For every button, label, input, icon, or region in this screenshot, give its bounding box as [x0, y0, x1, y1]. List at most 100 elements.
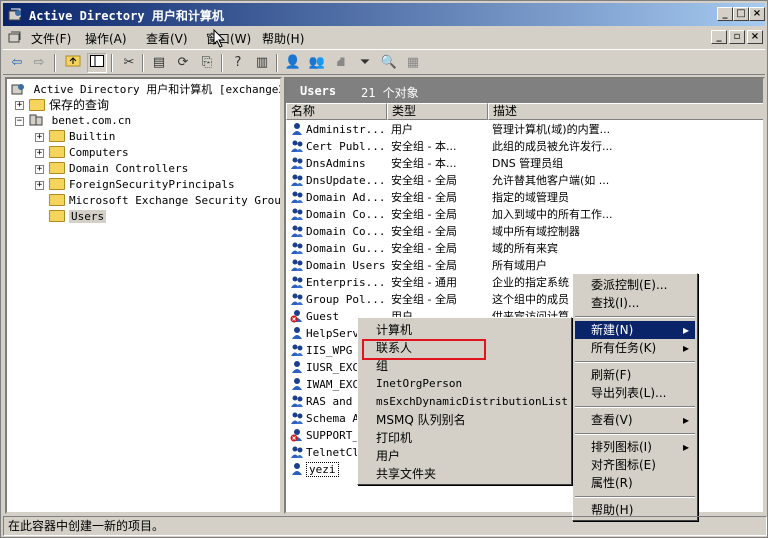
table-row[interactable]: Domain Ad... 安全组 - 全局 指定的域管理员: [286, 189, 763, 206]
new-inetorgperson-item[interactable]: InetOrgPerson: [360, 375, 569, 393]
tree-item-foreign-security-principals[interactable]: ForeignSecurityPrincipals: [49, 177, 235, 193]
up-one-level-icon[interactable]: [63, 53, 83, 73]
tree-item-domain-controllers[interactable]: Domain Controllers: [49, 161, 188, 177]
show-hide-tree-icon[interactable]: [87, 53, 107, 73]
child-close-button[interactable]: ×: [747, 30, 763, 44]
collapse-minus-icon[interactable]: −: [15, 117, 24, 126]
cut-icon[interactable]: ✂: [119, 53, 139, 73]
object-name: IWAM_EXC: [306, 378, 359, 391]
tree-item-saved-queries[interactable]: 保存的查询: [29, 97, 109, 113]
tree-item-label: Computers: [69, 146, 129, 159]
column-header-type[interactable]: 类型: [387, 103, 488, 120]
table-row[interactable]: Administr... 用户 管理计算机(域)的内置...: [286, 121, 763, 138]
help-icon[interactable]: ?: [228, 53, 248, 73]
object-name: TelnetCl: [306, 446, 359, 459]
table-row[interactable]: Domain Gu... 安全组 - 全局 域的所有来宾: [286, 240, 763, 257]
tree-item-exchange-security-groups[interactable]: Microsoft Exchange Security Groups: [49, 193, 280, 209]
menu-item-arrange-icons[interactable]: 排列图标(I) ▸: [575, 438, 695, 456]
find-icon[interactable]: 🔍: [379, 53, 399, 73]
cell-name: Cert Publ...: [290, 138, 385, 155]
expand-plus-icon[interactable]: +: [35, 149, 44, 158]
action-pane-icon[interactable]: ▥: [252, 53, 272, 73]
tree-root[interactable]: Active Directory 用户和计算机 [exchange200: [11, 82, 280, 98]
new-shared-folder-item[interactable]: 共享文件夹: [360, 465, 569, 483]
new-group-item[interactable]: 组: [360, 357, 569, 375]
cell-type: 安全组 - 全局: [391, 242, 457, 255]
maximize-button[interactable]: □: [733, 7, 749, 21]
tree-item-builtin[interactable]: Builtin: [49, 129, 115, 145]
object-name: Domain Co...: [306, 225, 386, 238]
refresh-icon[interactable]: ⟳: [173, 53, 193, 73]
cell-description: 加入到域中的所有工作...: [492, 208, 613, 221]
menu-item-view[interactable]: 查看(V) ▸: [575, 411, 695, 429]
table-row[interactable]: Domain Users 安全组 - 全局 所有域用户: [286, 257, 763, 274]
group-icon: [290, 292, 304, 306]
tree-item-label: Domain Controllers: [69, 162, 189, 175]
expand-plus-icon[interactable]: +: [15, 101, 24, 110]
new-dynamic-distribution-list-item[interactable]: msExchDynamicDistributionList: [360, 393, 569, 411]
new-group-icon[interactable]: 👥: [307, 53, 327, 73]
minimize-button[interactable]: _: [717, 7, 733, 21]
expand-plus-icon[interactable]: +: [35, 165, 44, 174]
table-row[interactable]: Cert Publ... 安全组 - 本... 此组的成员被允许发行...: [286, 138, 763, 155]
tree-item-users[interactable]: Users: [49, 209, 107, 225]
menu-item-refresh[interactable]: 刷新(F): [575, 366, 695, 384]
menu-action[interactable]: 操作(A): [85, 30, 127, 47]
column-header-description[interactable]: 描述: [488, 103, 763, 120]
object-name: Schema A: [306, 412, 359, 425]
new-printer-item[interactable]: 打印机: [360, 429, 569, 447]
menu-help[interactable]: 帮助(H): [262, 30, 304, 47]
menu-file[interactable]: 文件(F): [31, 30, 71, 47]
menu-separator: [575, 361, 695, 363]
table-row[interactable]: DnsAdmins 安全组 - 本... DNS 管理员组: [286, 155, 763, 172]
toolbar-separator: [221, 54, 223, 72]
filter-icon[interactable]: ⏷: [355, 53, 375, 73]
title-bar[interactable]: Active Directory 用户和计算机 _ □ ×: [3, 3, 765, 26]
add-to-group-icon[interactable]: ⛘: [331, 53, 351, 73]
object-name: Domain Ad...: [306, 191, 386, 204]
cell-type: 安全组 - 本...: [391, 157, 457, 170]
cell-type: 安全组 - 全局: [391, 293, 457, 306]
menu-item-all-tasks[interactable]: 所有任务(K) ▸: [575, 339, 695, 357]
cell-name: SUPPORT_: [290, 427, 359, 444]
submenu-arrow-icon: ▸: [682, 341, 689, 355]
menu-item-find[interactable]: 查找(I)...: [575, 294, 695, 312]
object-name: IUSR_EXC: [306, 361, 359, 374]
child-restore-button[interactable]: ▫: [729, 30, 745, 44]
close-button[interactable]: ×: [749, 7, 765, 21]
menu-view[interactable]: 查看(V): [146, 30, 188, 47]
menu-item-line-up-icons[interactable]: 对齐图标(E): [575, 456, 695, 474]
child-minimize-button[interactable]: _: [711, 30, 727, 44]
expand-plus-icon[interactable]: +: [35, 133, 44, 142]
menu-item-properties[interactable]: 属性(R): [575, 474, 695, 492]
table-row[interactable]: Domain Co... 安全组 - 全局 域中所有域控制器: [286, 223, 763, 240]
submenu-arrow-icon: ▸: [682, 440, 689, 454]
menu-item-export-list[interactable]: 导出列表(L)...: [575, 384, 695, 402]
properties-icon[interactable]: ▤: [149, 53, 169, 73]
menu-item-delegate-control[interactable]: 委派控制(E)...: [575, 276, 695, 294]
new-computer-item[interactable]: 计算机: [360, 321, 569, 339]
tree-item-computers[interactable]: Computers: [49, 145, 129, 161]
tree-item-domain[interactable]: benet.com.cn: [29, 113, 131, 129]
folder-ou-icon: [49, 162, 65, 174]
new-user-icon[interactable]: 👤: [283, 53, 303, 73]
menu-item-new[interactable]: 新建(N) ▸: [575, 321, 695, 339]
menu-item-label: 排列图标(I): [591, 440, 652, 454]
cell-name: HelpServ: [290, 325, 359, 342]
group-icon: [290, 394, 304, 408]
table-row[interactable]: DnsUpdate... 安全组 - 全局 允许替其他客户端(如 ...: [286, 172, 763, 189]
forward-icon[interactable]: ⇨: [29, 53, 49, 73]
column-header-name[interactable]: 名称: [286, 103, 387, 120]
mmc-doc-icon[interactable]: [7, 29, 23, 45]
folder-icon: [49, 146, 65, 158]
new-ou-icon[interactable]: ▦: [403, 53, 423, 73]
cell-name: Domain Ad...: [290, 189, 385, 206]
new-user-item[interactable]: 用户: [360, 447, 569, 465]
expand-plus-icon[interactable]: +: [35, 181, 44, 190]
new-msmq-alias-item[interactable]: MSMQ 队列别名: [360, 411, 569, 429]
table-row[interactable]: Domain Co... 安全组 - 全局 加入到域中的所有工作...: [286, 206, 763, 223]
back-icon[interactable]: ⇦: [7, 53, 27, 73]
cell-description: 域的所有来宾: [492, 242, 558, 255]
export-list-icon[interactable]: ⎘: [197, 53, 217, 73]
toolbar-separator: [276, 54, 278, 72]
